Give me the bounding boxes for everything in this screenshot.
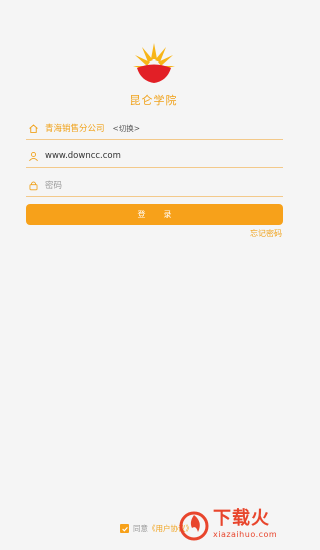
xiazaihuo-logo-icon [179, 511, 209, 541]
switch-org-link[interactable]: <切换> [113, 123, 141, 134]
agreement-prefix: 同意 [133, 524, 148, 533]
org-name: 青海销售分公司 [45, 124, 105, 134]
app-title: 昆仑学院 [129, 94, 178, 107]
agreement-checkbox[interactable] [120, 524, 129, 533]
user-icon [26, 149, 40, 163]
lock-icon [26, 178, 40, 192]
login-button[interactable]: 登录 [26, 204, 283, 225]
watermark-title: 下载火 [213, 508, 270, 529]
password-placeholder: 密码 [45, 181, 63, 191]
password-field[interactable]: 密码 [26, 174, 283, 197]
home-icon [26, 121, 40, 135]
username-field[interactable]: www.downcc.com [26, 145, 283, 168]
watermark-subtitle: xiazaihuo.com [213, 530, 278, 539]
org-selector-row[interactable]: 青海销售分公司 <切换> [26, 117, 283, 140]
check-icon [121, 526, 128, 532]
watermark: 下载火 xiazaihuo.com [177, 508, 307, 550]
forgot-password-link[interactable]: 忘记密码 [250, 228, 282, 239]
username-value: www.downcc.com [45, 151, 121, 161]
petrochina-logo [131, 39, 177, 85]
